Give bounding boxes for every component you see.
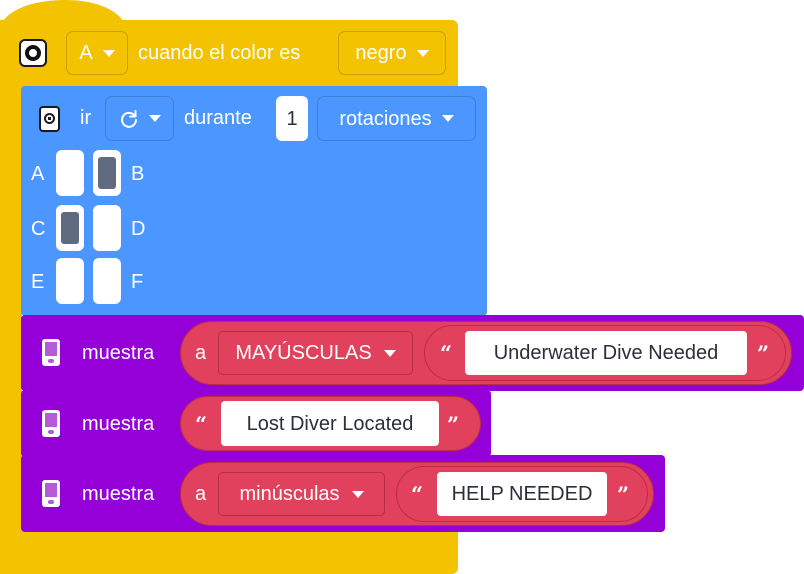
port-c-toggle[interactable] bbox=[56, 205, 84, 251]
during-label: durante bbox=[184, 107, 252, 129]
color-dropdown[interactable]: negro bbox=[338, 31, 446, 75]
case-prefix: a bbox=[195, 483, 207, 505]
close-quote-icon: ” bbox=[447, 412, 460, 437]
port-e-toggle[interactable] bbox=[56, 258, 84, 304]
hat-label: cuando el color es bbox=[138, 42, 301, 64]
open-quote-icon: “ bbox=[195, 412, 208, 437]
port-b-toggle[interactable] bbox=[93, 150, 121, 196]
case-value: MAYÚSCULAS bbox=[235, 342, 372, 364]
unit-dropdown[interactable]: rotaciones bbox=[317, 96, 476, 141]
clockwise-arrow-icon bbox=[120, 109, 137, 128]
amount-input[interactable]: 1 bbox=[276, 96, 308, 141]
hub-display-icon bbox=[42, 410, 60, 437]
direction-dropdown[interactable] bbox=[105, 96, 174, 141]
port-a-toggle[interactable] bbox=[56, 150, 84, 196]
port-label-d: D bbox=[131, 218, 146, 240]
open-quote-icon: “ bbox=[411, 482, 424, 507]
motor-icon bbox=[39, 106, 60, 132]
hat-bottom-bar bbox=[0, 528, 458, 574]
port-label-e: E bbox=[31, 271, 45, 293]
case-value: minúsculas bbox=[239, 483, 340, 505]
display-label: muestra bbox=[82, 483, 155, 505]
open-quote-icon: “ bbox=[440, 341, 453, 366]
motor-verb: ir bbox=[80, 107, 92, 129]
port-label-a: A bbox=[31, 163, 45, 185]
port-dropdown[interactable]: A bbox=[66, 31, 128, 75]
port-label-c: C bbox=[31, 218, 46, 240]
port-label-b: B bbox=[131, 163, 145, 185]
chevron-down-icon bbox=[416, 49, 429, 57]
color-sensor-icon bbox=[19, 39, 47, 67]
chevron-down-icon bbox=[351, 490, 364, 498]
text-value: HELP NEEDED bbox=[451, 483, 593, 505]
text-input[interactable]: HELP NEEDED bbox=[437, 472, 607, 516]
color-value: negro bbox=[355, 42, 407, 64]
hub-display-icon bbox=[42, 339, 60, 366]
hat-left-arm bbox=[0, 80, 22, 540]
chevron-down-icon bbox=[148, 115, 161, 122]
port-selected-indicator bbox=[61, 212, 79, 244]
text-value: Underwater Dive Needed bbox=[493, 342, 719, 364]
text-input[interactable]: Lost Diver Located bbox=[221, 401, 439, 446]
display-label: muestra bbox=[82, 342, 155, 364]
hub-display-icon bbox=[42, 480, 60, 507]
case-dropdown[interactable]: MAYÚSCULAS bbox=[218, 331, 413, 375]
port-d-toggle[interactable] bbox=[93, 205, 121, 251]
text-input[interactable]: Underwater Dive Needed bbox=[465, 331, 747, 375]
close-quote-icon: ” bbox=[617, 482, 630, 507]
display-label: muestra bbox=[82, 413, 155, 435]
port-value: A bbox=[79, 42, 93, 64]
chevron-down-icon bbox=[383, 349, 396, 357]
chevron-down-icon bbox=[102, 49, 115, 57]
port-label-f: F bbox=[131, 271, 144, 293]
unit-value: rotaciones bbox=[339, 107, 432, 130]
text-value: Lost Diver Located bbox=[246, 412, 414, 435]
chevron-down-icon bbox=[441, 115, 454, 122]
amount-value: 1 bbox=[286, 107, 298, 130]
case-prefix: a bbox=[195, 342, 207, 364]
close-quote-icon: ” bbox=[757, 341, 770, 366]
case-dropdown[interactable]: minúsculas bbox=[218, 472, 385, 516]
port-f-toggle[interactable] bbox=[93, 258, 121, 304]
port-selected-indicator bbox=[98, 157, 116, 189]
